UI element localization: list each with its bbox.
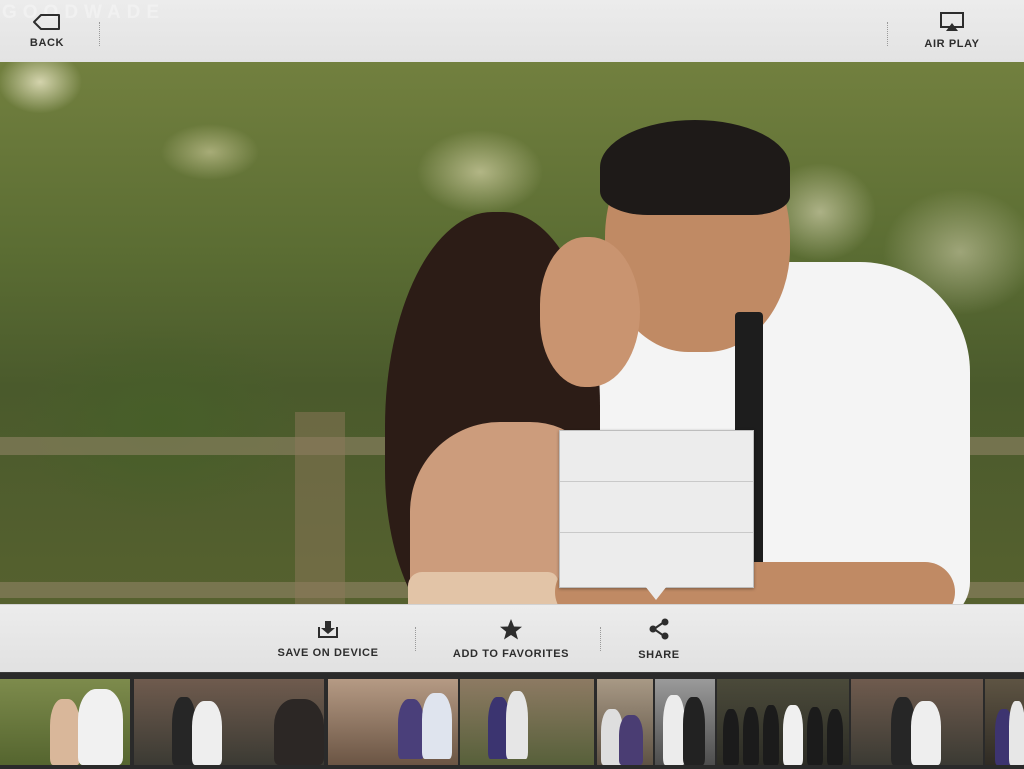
share-option-1[interactable] (560, 431, 753, 482)
popover-arrow (645, 586, 667, 600)
airplay-label: AIR PLAY (924, 38, 980, 50)
thumb-staircase-couple-2[interactable] (851, 679, 983, 765)
back-button[interactable]: BACK (14, 0, 80, 62)
save-on-device-label: SAVE ON DEVICE (277, 647, 379, 659)
airplay-icon (940, 12, 964, 31)
man-hair (600, 120, 790, 215)
thumb-archway-couple[interactable] (597, 679, 653, 765)
share-label: SHARE (638, 649, 680, 661)
thumb-brick-wall-couple[interactable] (460, 679, 594, 765)
top-toolbar: GOODWADE BACK AIR PLAY (0, 0, 1024, 63)
thumb-staircase-couple[interactable] (134, 679, 324, 765)
share-option-3[interactable] (560, 533, 753, 587)
save-on-device-button[interactable]: SAVE ON DEVICE (268, 605, 388, 673)
back-arrow-icon (33, 14, 60, 30)
thumbnail-strip[interactable] (0, 672, 1024, 769)
divider (415, 627, 416, 651)
share-button[interactable]: SHARE (624, 605, 694, 673)
back-label: BACK (29, 37, 65, 49)
woman-face (540, 237, 640, 387)
divider (99, 22, 100, 46)
woman-dress (408, 572, 558, 604)
download-icon (318, 621, 338, 638)
thumb-bench-couple[interactable] (328, 679, 458, 765)
airplay-button[interactable]: AIR PLAY (910, 0, 994, 62)
fence-post (295, 412, 345, 604)
add-to-favorites-button[interactable]: ADD TO FAVORITES (442, 605, 580, 673)
divider (600, 627, 601, 651)
share-popover (559, 430, 754, 588)
star-icon (500, 619, 522, 640)
action-bar: SAVE ON DEVICE ADD TO FAVORITES SHARE (0, 604, 1024, 673)
share-icon (649, 618, 669, 640)
thumb-couple-embrace[interactable] (0, 679, 130, 765)
thumb-bridal-party[interactable] (717, 679, 849, 765)
main-photo[interactable] (0, 62, 1024, 604)
add-to-favorites-label: ADD TO FAVORITES (452, 648, 570, 660)
thumb-couple-partial[interactable] (985, 679, 1024, 765)
thumb-bw-couple[interactable] (655, 679, 715, 765)
share-option-2[interactable] (560, 482, 753, 533)
divider (887, 22, 888, 46)
